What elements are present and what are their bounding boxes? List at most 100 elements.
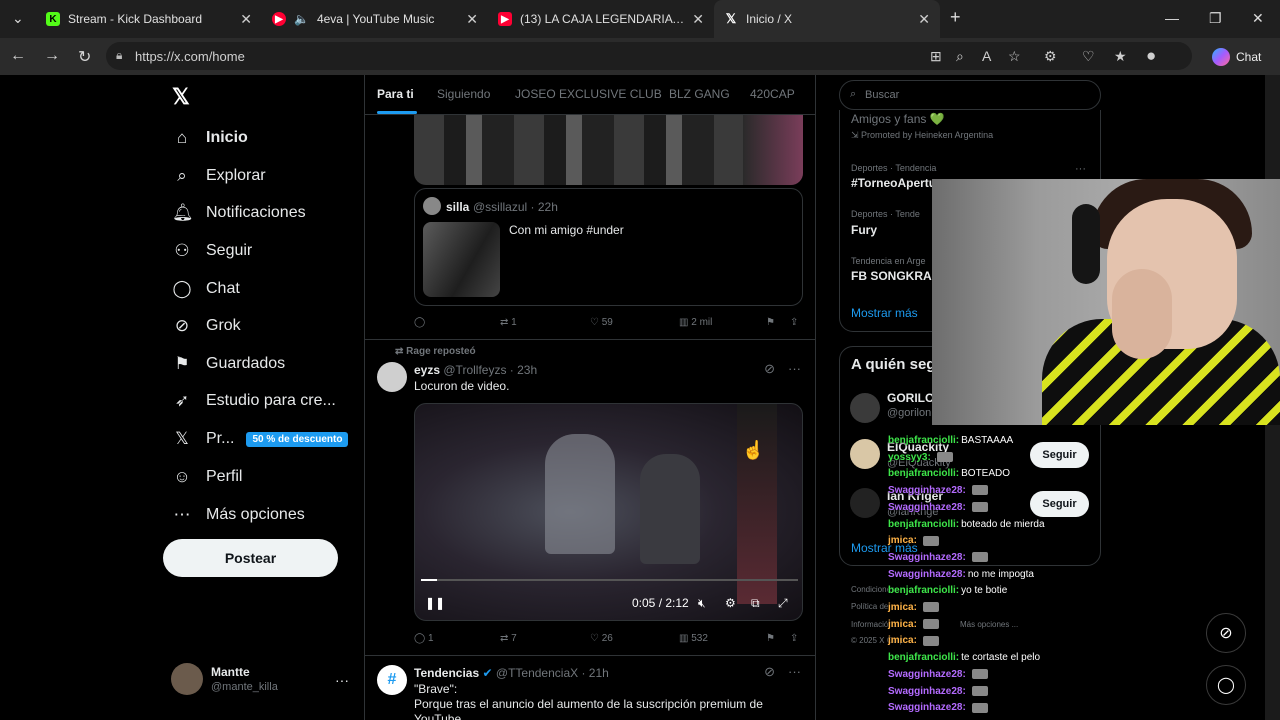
x-logo-icon[interactable]: 𝕏 [172,84,190,110]
hashtag-avatar-icon[interactable]: # [377,665,407,695]
more-icon[interactable]: ··· [335,672,349,688]
tab-youtube[interactable]: ▶ (13) LA CAJA LEGENDARIA - YouTube ✕ [488,0,714,38]
read-aloud-icon[interactable]: A [982,48,991,64]
repost-icon[interactable]: ⇄ 1 [500,317,517,328]
search-input[interactable]: ⌕ Buscar [839,80,1101,110]
tab-420cap[interactable]: 420CAP [750,87,795,101]
tab-kick[interactable]: K Stream - Kick Dashboard ✕ [36,0,262,38]
chat-username[interactable]: jmica: [888,635,917,646]
window-close-icon[interactable]: ✕ [1252,10,1264,27]
grok-icon[interactable]: ⊘ [764,664,775,680]
avatar[interactable] [850,439,880,469]
avatar[interactable] [850,393,880,423]
chat-username[interactable]: benjafranciolli: [888,435,959,446]
chat-username[interactable]: Swagginhaze28: [888,569,966,580]
chat-username[interactable]: Swagginhaze28: [888,502,966,513]
mute-icon[interactable]: 🔇︎ [698,596,706,611]
pause-icon[interactable]: ❚❚ [425,596,445,610]
zoom-icon[interactable]: ⌕ [956,48,964,65]
forward-icon[interactable]: → [44,47,60,65]
sidebar-item-notificaciones[interactable]: 🔔︎ Notificaciones [172,203,306,223]
quoted-post[interactable]: silla @ssillazul · 22h Con mi amigo #und… [414,188,803,306]
maximize-icon[interactable]: ❐ [1209,10,1222,27]
video-progress-bar[interactable] [421,579,798,581]
avatar[interactable] [377,362,407,392]
tab-blz-gang[interactable]: BLZ GANG [669,87,730,101]
chat-username[interactable]: benjafranciolli: [888,652,959,663]
reply-icon[interactable]: ◯ [414,317,425,328]
share-icon[interactable]: ⇪ [790,633,798,644]
chat-username[interactable]: jmica: [888,619,917,630]
sidebar-item-seguir[interactable]: ⚇ Seguir [172,241,252,261]
new-tab-icon[interactable]: + [950,7,961,28]
fullscreen-icon[interactable]: ⤢ [778,596,788,611]
url-field[interactable]: 🔒︎ https://x.com/home ⊞ ⌕ A ☆ ⚙ ♡ ★ ● [106,42,1192,70]
video-player[interactable]: ❚❚ 0:05 / 2:12 🔇︎ ⚙ ⧉ ⤢ [414,403,803,621]
chat-username[interactable]: Swagginhaze28: [888,552,966,563]
chat-username[interactable]: benjafranciolli: [888,585,959,596]
author-name[interactable]: eyzs [414,363,440,377]
sidebar-item-guardados[interactable]: ⚑ Guardados [172,354,285,374]
reload-icon[interactable]: ↻ [78,47,91,67]
more-icon[interactable]: ··· [788,664,801,679]
chat-username[interactable]: benjafranciolli: [888,519,959,530]
sidebar-item-perfil[interactable]: ☺ Perfil [172,467,242,487]
suggested-name[interactable]: GORILOI [887,391,938,405]
grok-fab-icon[interactable]: ⊘ [1206,613,1246,653]
profile-icon[interactable]: ● [1146,46,1156,66]
favorites-icon[interactable]: ★ [1114,48,1127,65]
messages-fab-icon[interactable]: ◯ [1206,665,1246,705]
sidebar-item-mas-opciones[interactable]: ⋯ Más opciones [172,505,305,525]
tab-list-chevron-icon[interactable]: ⌄ [12,10,24,27]
trend-name[interactable]: #TorneoApertu [851,176,936,190]
sidebar-item-estudio[interactable]: ➶ Estudio para cre... [172,391,336,411]
minimize-icon[interactable]: — [1165,10,1179,26]
post-button[interactable]: Postear [163,539,338,577]
settings-icon[interactable]: ⚙ [725,596,736,610]
tab-x[interactable]: 𝕏 Inicio / X ✕ [714,0,940,38]
close-icon[interactable]: ✕ [692,11,704,28]
chat-username[interactable]: Swagginhaze28: [888,669,966,680]
more-icon[interactable]: ··· [1075,163,1086,175]
copilot-chat-button[interactable]: Chat [1212,45,1261,69]
picture-in-picture-icon[interactable]: ⧉ [751,596,760,611]
close-icon[interactable]: ✕ [918,11,930,28]
favorite-star-icon[interactable]: ☆ [1008,48,1021,65]
close-icon[interactable]: ✕ [466,11,478,28]
post-image[interactable] [414,115,803,185]
sidebar-item-inicio[interactable]: ⌂ Inicio [172,128,248,148]
apps-icon[interactable]: ⊞ [930,48,942,65]
chat-username[interactable]: Swagginhaze28: [888,686,966,697]
like-icon[interactable]: ♡ 26 [590,633,613,644]
back-icon[interactable]: ← [10,47,26,65]
author-name[interactable]: Tendencias [414,666,479,680]
chat-username[interactable]: Swagginhaze28: [888,485,966,496]
more-icon[interactable]: ··· [788,361,801,376]
reply-icon[interactable]: ◯ 1 [414,633,434,644]
chat-username[interactable]: Swagginhaze28: [888,702,966,713]
sidebar-item-chat[interactable]: ◯ Chat [172,279,239,299]
show-more-link[interactable]: Mostrar más [851,306,918,320]
browser-essentials-icon[interactable]: ♡ [1082,48,1095,65]
extensions-icon[interactable]: ⚙ [1044,48,1057,65]
bookmark-icon[interactable]: ⚑ [766,317,775,328]
tab-siguiendo[interactable]: Siguiendo [437,87,490,101]
views-icon[interactable]: ▥ 532 [679,633,708,644]
chat-username[interactable]: benjafranciolli: [888,468,959,479]
sidebar-item-grok[interactable]: ⊘ Grok [172,316,241,336]
share-icon[interactable]: ⇪ [790,317,798,328]
tab-para-ti[interactable]: Para ti [377,87,414,101]
views-icon[interactable]: ▥ 2 mil [679,317,712,328]
sidebar-item-explorar[interactable]: ⌕ Explorar [172,166,265,186]
bookmark-icon[interactable]: ⚑ [766,633,775,644]
speaker-icon[interactable]: 🔈 [294,12,309,26]
grok-icon[interactable]: ⊘ [764,361,775,377]
trend-name[interactable]: FB SONGKRAN [851,269,940,283]
sidebar-item-premium[interactable]: 𝕏 Pr... 50 % de descuento [172,429,349,449]
like-icon[interactable]: ♡ 59 [590,317,613,328]
account-switcher[interactable]: Mantte @mante_killa [171,663,278,695]
tab-youtube-music[interactable]: ▶ 🔈 4eva | YouTube Music ✕ [262,0,488,38]
repost-icon[interactable]: ⇄ 7 [500,633,517,644]
chat-username[interactable]: jmica: [888,602,917,613]
chat-username[interactable]: jmica: [888,535,917,546]
